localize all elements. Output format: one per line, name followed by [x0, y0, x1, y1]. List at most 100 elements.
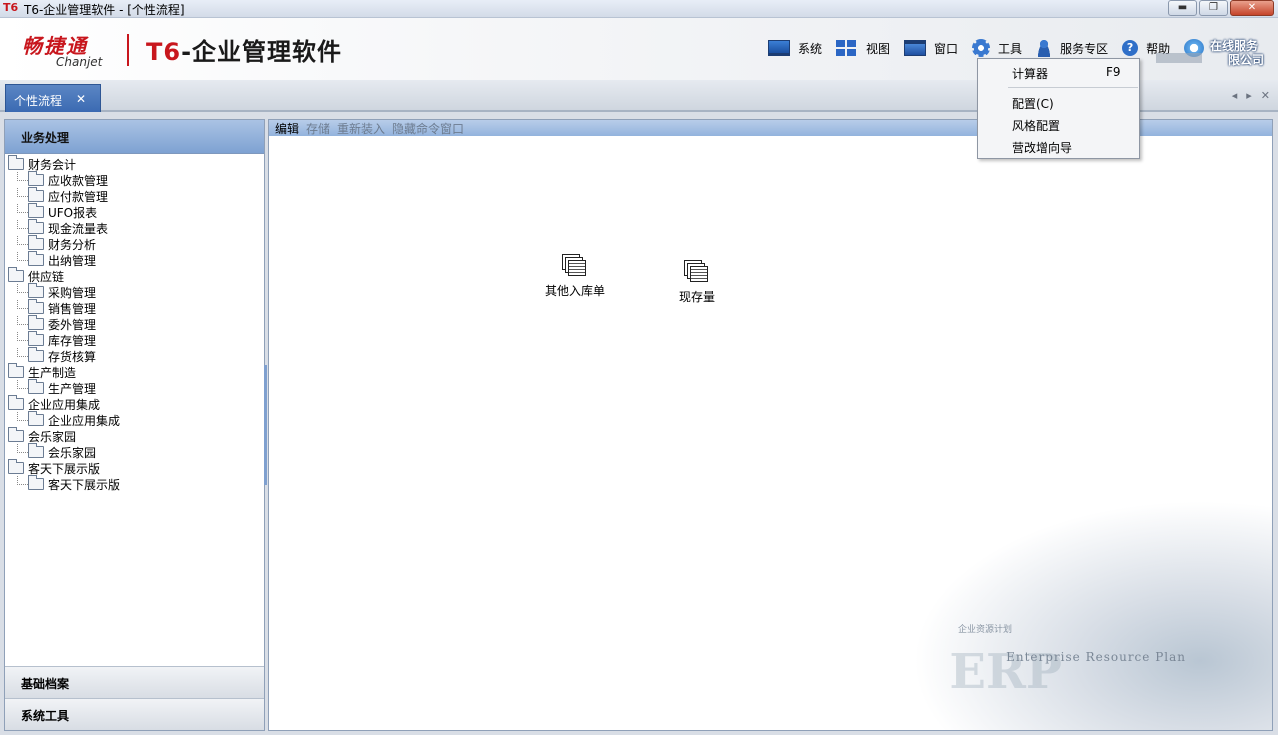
document-stack-icon	[684, 260, 710, 284]
tree-item-group[interactable]: 供应链	[8, 267, 264, 284]
folder-icon	[28, 331, 44, 346]
flow-node-stock-on-hand[interactable]: 现存量	[679, 260, 715, 305]
tree-item-child[interactable]: 应付款管理	[8, 187, 264, 204]
product-title-rest: -企业管理软件	[181, 38, 343, 66]
restore-button[interactable]: ❐	[1199, 0, 1228, 16]
tree-item-child[interactable]: 企业应用集成	[8, 411, 264, 428]
folder-icon	[28, 283, 44, 298]
erp-watermark-en: Enterprise Resource Plan	[1006, 650, 1186, 664]
folder-icon	[28, 251, 44, 266]
tree-item-group[interactable]: 企业应用集成	[8, 395, 264, 412]
tree-item-child[interactable]: 客天下展示版	[8, 475, 264, 492]
online-service-label[interactable]: 在线服务 限公司	[1210, 39, 1264, 67]
module-tree: 财务会计 应收款管理 应付款管理 UFO报表 现金流量表 财务分析 出纳管理 供应链 采购管理销…	[5, 154, 264, 492]
menu-item-vat-wizard[interactable]: 营改增向导	[1012, 139, 1072, 156]
minimize-button[interactable]: ▬	[1168, 0, 1197, 16]
menu-view[interactable]: 视图	[836, 40, 890, 57]
tree-item-child[interactable]: UFO报表	[8, 203, 264, 220]
tree-item-label: 供应链	[28, 269, 65, 284]
folder-icon	[28, 219, 44, 234]
tree-item-group[interactable]: 客天下展示版	[8, 459, 264, 476]
tree-item-child[interactable]: 存货核算	[8, 347, 264, 364]
tab-close-icon[interactable]: ✕	[76, 92, 86, 106]
folder-icon	[8, 459, 24, 474]
tree-item-child[interactable]: 生产管理	[8, 379, 264, 396]
panel-footer-basic-archive[interactable]: 基础档案	[5, 666, 264, 698]
tree-item-label: UFO报表	[48, 205, 98, 220]
tree-item-label: 现金流量表	[48, 221, 109, 236]
tree-item-child[interactable]: 现金流量表	[8, 219, 264, 236]
tree-item-label: 应收款管理	[48, 173, 109, 188]
folder-icon	[28, 235, 44, 250]
close-button[interactable]: ✕	[1230, 0, 1274, 16]
folder-icon	[8, 427, 24, 442]
user-icon	[1036, 39, 1053, 57]
tree-item-child[interactable]: 采购管理	[8, 283, 264, 300]
panel-header-business[interactable]: 业务处理	[5, 120, 264, 154]
tab-custom-flow[interactable]: 个性流程 ✕	[5, 84, 101, 112]
folder-icon	[8, 395, 24, 410]
tree-item-child[interactable]: 委外管理	[8, 315, 264, 332]
menu-service-label: 服务专区	[1060, 41, 1109, 56]
flow-node-other-inbound[interactable]: 其他入库单	[545, 254, 605, 299]
tab-custom-flow-label: 个性流程	[14, 94, 63, 108]
help-icon: ?	[1122, 40, 1139, 56]
folder-icon	[28, 411, 44, 426]
menu-item-calculator[interactable]: 计算器	[1012, 65, 1048, 82]
tree-item-label: 企业应用集成	[28, 397, 101, 412]
product-title: T6-企业管理软件	[146, 32, 342, 67]
tools-dropdown-menu: 计算器 F9 配置(C) 风格配置 营改增向导	[977, 58, 1140, 159]
tree-item-label: 销售管理	[48, 301, 97, 316]
menu-window[interactable]: 窗口	[904, 40, 958, 57]
window-controls: ▬ ❐ ✕	[1168, 0, 1274, 16]
menu-system[interactable]: 系统	[768, 40, 822, 57]
grid-icon	[836, 40, 859, 56]
tree-item-child[interactable]: 财务分析	[8, 235, 264, 252]
menu-view-label: 视图	[866, 41, 891, 56]
gear-icon	[972, 39, 991, 57]
tree-item-child[interactable]: 会乐家园	[8, 443, 264, 460]
menu-item-config[interactable]: 配置(C)	[1012, 95, 1054, 112]
navigation-panel: 业务处理 财务会计 应收款管理 应付款管理 UFO报表 现金流量表 财务分析 出纳管理 供应链…	[4, 119, 265, 731]
folder-icon	[28, 299, 44, 314]
menu-tools[interactable]: 工具	[972, 39, 1022, 57]
tab-prev-icon[interactable]: ◂	[1232, 89, 1238, 102]
app-logo: T6	[3, 1, 19, 14]
tab-close-all-icon[interactable]: ✕	[1261, 89, 1270, 102]
menu-separator	[1008, 87, 1138, 88]
tree-item-group[interactable]: 会乐家园	[8, 427, 264, 444]
tree-item-child[interactable]: 库存管理	[8, 331, 264, 348]
panel-footer-system-tools[interactable]: 系统工具	[5, 698, 264, 730]
tree-item-label: 客天下展示版	[48, 477, 121, 492]
folder-icon	[28, 379, 44, 394]
menu-tools-label: 工具	[998, 41, 1023, 56]
toolbar-hide-command[interactable]: 隐藏命令窗口	[392, 120, 464, 137]
brand-divider	[127, 34, 129, 66]
folder-icon	[28, 475, 44, 490]
document-stack-icon	[562, 254, 588, 278]
window-title: T6-企业管理软件 - [个性流程]	[24, 3, 185, 17]
panel-splitter[interactable]	[264, 365, 267, 485]
tree-item-label: 存货核算	[48, 349, 97, 364]
toolbar-edit[interactable]: 编辑	[275, 120, 299, 137]
tree-item-child[interactable]: 销售管理	[8, 299, 264, 316]
folder-icon	[28, 203, 44, 218]
menu-item-style-config[interactable]: 风格配置	[1012, 117, 1060, 134]
flow-canvas: 编辑 存储 重新装入 隐藏命令窗口 其他入库单 现存量 ERP 企业资源计划 E…	[268, 119, 1273, 731]
tree-item-child[interactable]: 应收款管理	[8, 171, 264, 188]
toolbar-reload[interactable]: 重新装入	[337, 120, 385, 137]
online-service-line1: 在线服务	[1210, 39, 1259, 53]
tree-item-label: 客天下展示版	[28, 461, 101, 476]
tree-item-label: 会乐家园	[48, 445, 97, 460]
tab-next-icon[interactable]: ▸	[1246, 89, 1252, 102]
menu-service[interactable]: 服务专区	[1036, 39, 1108, 57]
tree-item-group[interactable]: 财务会计	[8, 155, 264, 172]
brand-name-en: Chanjet	[56, 55, 103, 69]
title-bar: T6 T6-企业管理软件 - [个性流程] ▬ ❐ ✕	[0, 0, 1278, 18]
toolbar-save[interactable]: 存储	[306, 120, 330, 137]
tree-item-label: 财务会计	[28, 157, 77, 172]
window-icon	[904, 40, 927, 56]
tree-item-group[interactable]: 生产制造	[8, 363, 264, 380]
tree-item-label: 应付款管理	[48, 189, 109, 204]
tree-item-child[interactable]: 出纳管理	[8, 251, 264, 268]
